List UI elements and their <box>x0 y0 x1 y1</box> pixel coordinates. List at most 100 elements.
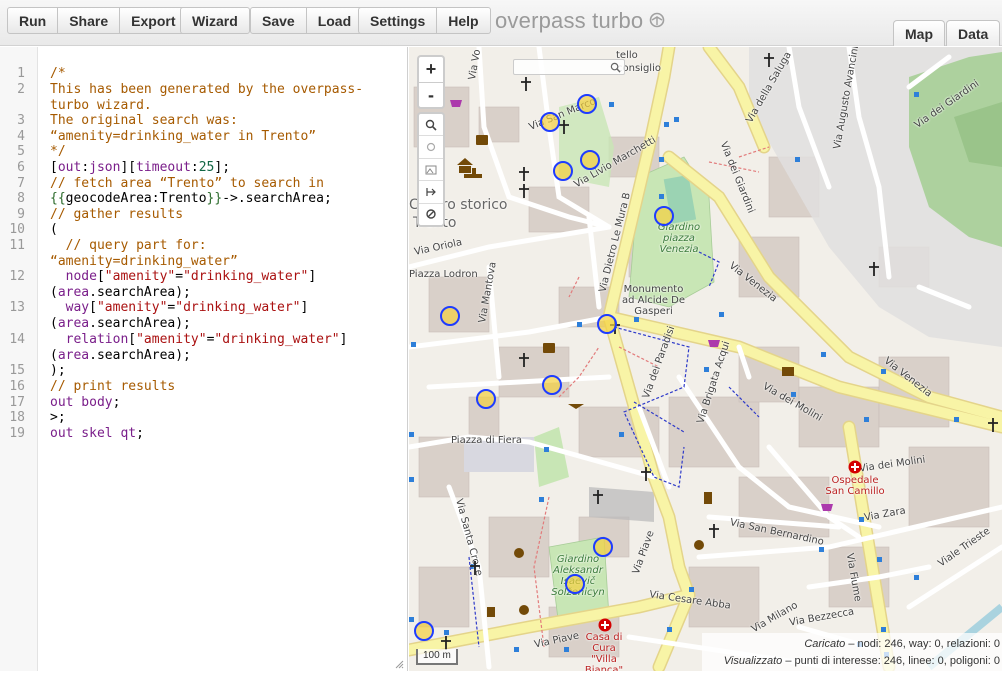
code-text: The original search was: <box>50 113 238 128</box>
line-number: 11 <box>9 238 25 253</box>
line-number: 3 <box>17 113 25 128</box>
code-text: // gather results <box>50 207 184 222</box>
fit-data-button[interactable] <box>419 180 443 202</box>
line-number: 13 <box>9 300 25 315</box>
code-text: // query part for: “amenity=drinking_wat… <box>50 238 238 269</box>
code-token: ] <box>339 332 348 347</box>
code-token: out <box>50 426 74 441</box>
code-text: // print results <box>50 379 176 394</box>
line-number: 1 <box>17 66 25 81</box>
load-button[interactable]: Load <box>306 7 364 34</box>
shop-icons <box>450 100 833 511</box>
code-token: out <box>57 160 82 175</box>
map-data-button[interactable] <box>419 157 443 180</box>
toolbar: Run Share Export Wizard Save Load Settin… <box>0 0 1002 46</box>
code-line: 10 ( <box>0 222 408 238</box>
stats-box: Caricato – nodi: 246, way: 0, relazioni:… <box>702 633 1002 671</box>
code-token: body <box>73 395 113 410</box>
map-toolbar <box>417 112 445 227</box>
line-number: 17 <box>9 395 25 410</box>
code-token: "drinking_water" <box>175 300 301 315</box>
line-number: 2 <box>17 82 25 97</box>
code-token: ][ <box>120 160 137 175</box>
code-text: node["amenity"="drinking_water"] (area.se… <box>50 269 366 300</box>
settings-help-group: Settings Help <box>358 7 491 34</box>
fit-bounds-icon <box>426 187 436 196</box>
line-number: 5 <box>17 144 25 159</box>
stats-loaded-label: Caricato <box>804 638 846 650</box>
image-icon <box>425 165 437 175</box>
zoom-in-button[interactable]: + <box>419 57 443 82</box>
line-number: 19 <box>9 426 25 441</box>
code-token: node <box>50 269 97 284</box>
code-token: area <box>57 284 90 300</box>
zoom-control: + - <box>417 55 445 109</box>
run-button[interactable]: Run <box>7 7 59 34</box>
code-line: 15 ); <box>0 363 408 379</box>
code-token: ( <box>50 284 58 300</box>
code-line: 1 /* <box>0 66 408 82</box>
code-token: }} <box>206 191 223 206</box>
code-token: [ <box>128 332 137 347</box>
wizard-button[interactable]: Wizard <box>180 7 250 34</box>
code-text: “amenity=drinking_water in Trento” <box>50 129 317 144</box>
map-search-input[interactable] <box>513 59 625 75</box>
code-token: ]; <box>214 160 231 175</box>
search-location-button[interactable] <box>419 114 443 135</box>
share-button[interactable]: Share <box>58 7 121 34</box>
poi-icons-layer <box>414 53 998 650</box>
code-token: ->.searchArea; <box>222 191 332 206</box>
no-entry-icon <box>426 209 436 220</box>
line-number: 18 <box>9 410 25 425</box>
settings-button[interactable]: Settings <box>358 7 438 34</box>
code-line: 9 // gather results <box>0 207 408 223</box>
code-token: [ <box>50 160 58 175</box>
code-token: : <box>81 160 90 175</box>
code-editor[interactable]: 1 /* 2 This has been generated by the ov… <box>0 47 408 671</box>
code-text: ); <box>50 363 66 378</box>
save-button[interactable]: Save <box>250 7 307 34</box>
code-token: ( <box>50 315 58 331</box>
tab-map[interactable]: Map <box>893 20 945 46</box>
toggle-data-button[interactable] <box>419 202 443 225</box>
code-line: 4 “amenity=drinking_water in Trento” <box>0 129 408 145</box>
line-number: 4 <box>17 129 25 144</box>
stats-shown: Visualizzato – punti di interesse: 246, … <box>702 653 1000 670</box>
code-text: // fetch area “Trento” to search in <box>50 176 324 191</box>
code-line: 16 // print results <box>0 379 408 395</box>
code-text: {{geocodeArea:Trento}}->.searchArea; <box>50 191 366 207</box>
code-line: 3 The original search was: <box>0 113 408 129</box>
code-token: ; <box>112 395 121 410</box>
code-token: json <box>89 160 121 175</box>
code-token: ; <box>136 426 144 441</box>
export-button[interactable]: Export <box>120 7 188 34</box>
zoom-out-button[interactable]: - <box>419 82 443 107</box>
code-token: out <box>50 395 74 410</box>
search-icon[interactable] <box>610 60 621 78</box>
code-token: "drinking_water" <box>183 269 309 284</box>
code-token: .searchArea); <box>89 347 191 363</box>
run-share-export-group: Run Share Export <box>7 7 188 34</box>
resize-handle-icon[interactable] <box>394 658 404 669</box>
line-number: 16 <box>9 379 25 394</box>
magnifier-icon <box>425 119 437 131</box>
code-token: [ <box>96 269 105 284</box>
code-line: 13 way["amenity"="drinking_water"](area.… <box>0 300 408 331</box>
code-token: timeout <box>136 160 191 175</box>
code-line: 7 // fetch area “Trento” to search in <box>0 176 408 192</box>
help-button[interactable]: Help <box>437 7 491 34</box>
code-token: {{ <box>50 191 66 206</box>
locate-me-button[interactable] <box>419 135 443 157</box>
code-token: ] <box>308 269 317 284</box>
code-line: 5 */ <box>0 144 408 160</box>
tab-data[interactable]: Data <box>946 20 1001 46</box>
code-token: = <box>175 269 184 284</box>
code-token: "amenity" <box>136 332 207 347</box>
code-text: >; <box>50 410 66 425</box>
map-view[interactable]: tello consiglio Via Vo Via San Marco Via… <box>409 47 1002 671</box>
wizard-group: Wizard <box>180 7 250 34</box>
code-text: way["amenity"="drinking_water"](area.sea… <box>50 300 366 331</box>
code-line: 19 out skel qt; <box>0 426 408 442</box>
code-line: 6 [out:json][timeout:25]; <box>0 160 408 176</box>
code-token: geocodeArea:Trento <box>65 191 207 206</box>
